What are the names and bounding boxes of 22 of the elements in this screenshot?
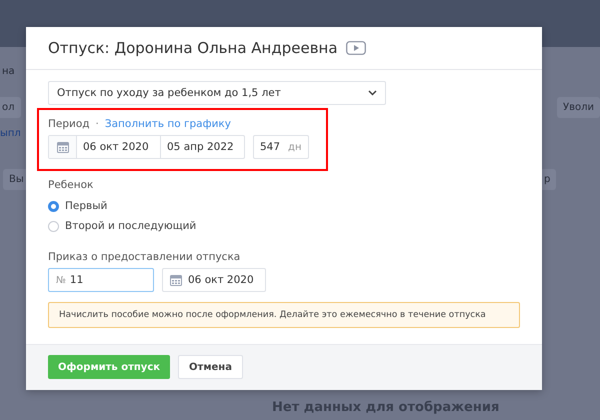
notice-banner: Начислить пособие можно после оформления. Делайте это ежемесячно в течение отпуска xyxy=(48,302,520,328)
date-range-field[interactable]: 06 окт 2020 05 апр 2022 xyxy=(48,135,245,159)
radio-option[interactable]: Второй и последующий xyxy=(48,220,520,232)
video-icon[interactable] xyxy=(346,41,366,55)
leave-type-select[interactable]: Отпуск по уходу за ребенком до 1,5 лет xyxy=(48,81,386,105)
empty-message: Нет данных для отображения xyxy=(272,400,500,415)
separator-dot: · xyxy=(96,118,99,130)
calendar-icon xyxy=(56,141,68,153)
period-label: Период xyxy=(48,118,90,130)
employee-name: на xyxy=(2,66,15,77)
order-date-field[interactable]: 06 окт 2020 xyxy=(162,268,266,292)
radio-option[interactable]: Первый xyxy=(48,200,520,212)
dialog-title: Отпуск: Доронина Ольна Андреевна xyxy=(48,39,338,57)
order-number-field[interactable]: № 11 xyxy=(48,268,154,292)
background-button[interactable]: ол xyxy=(0,97,21,118)
calendar-icon xyxy=(170,274,182,286)
dismiss-button[interactable]: Уволи xyxy=(557,97,600,118)
days-field[interactable]: 547 дн xyxy=(253,135,308,159)
cancel-button[interactable]: Отмена xyxy=(178,355,243,379)
chevron-icon xyxy=(368,90,377,96)
child-label: Ребенок xyxy=(48,179,94,191)
order-label: Приказ о предоставлении отпуска xyxy=(48,251,240,263)
